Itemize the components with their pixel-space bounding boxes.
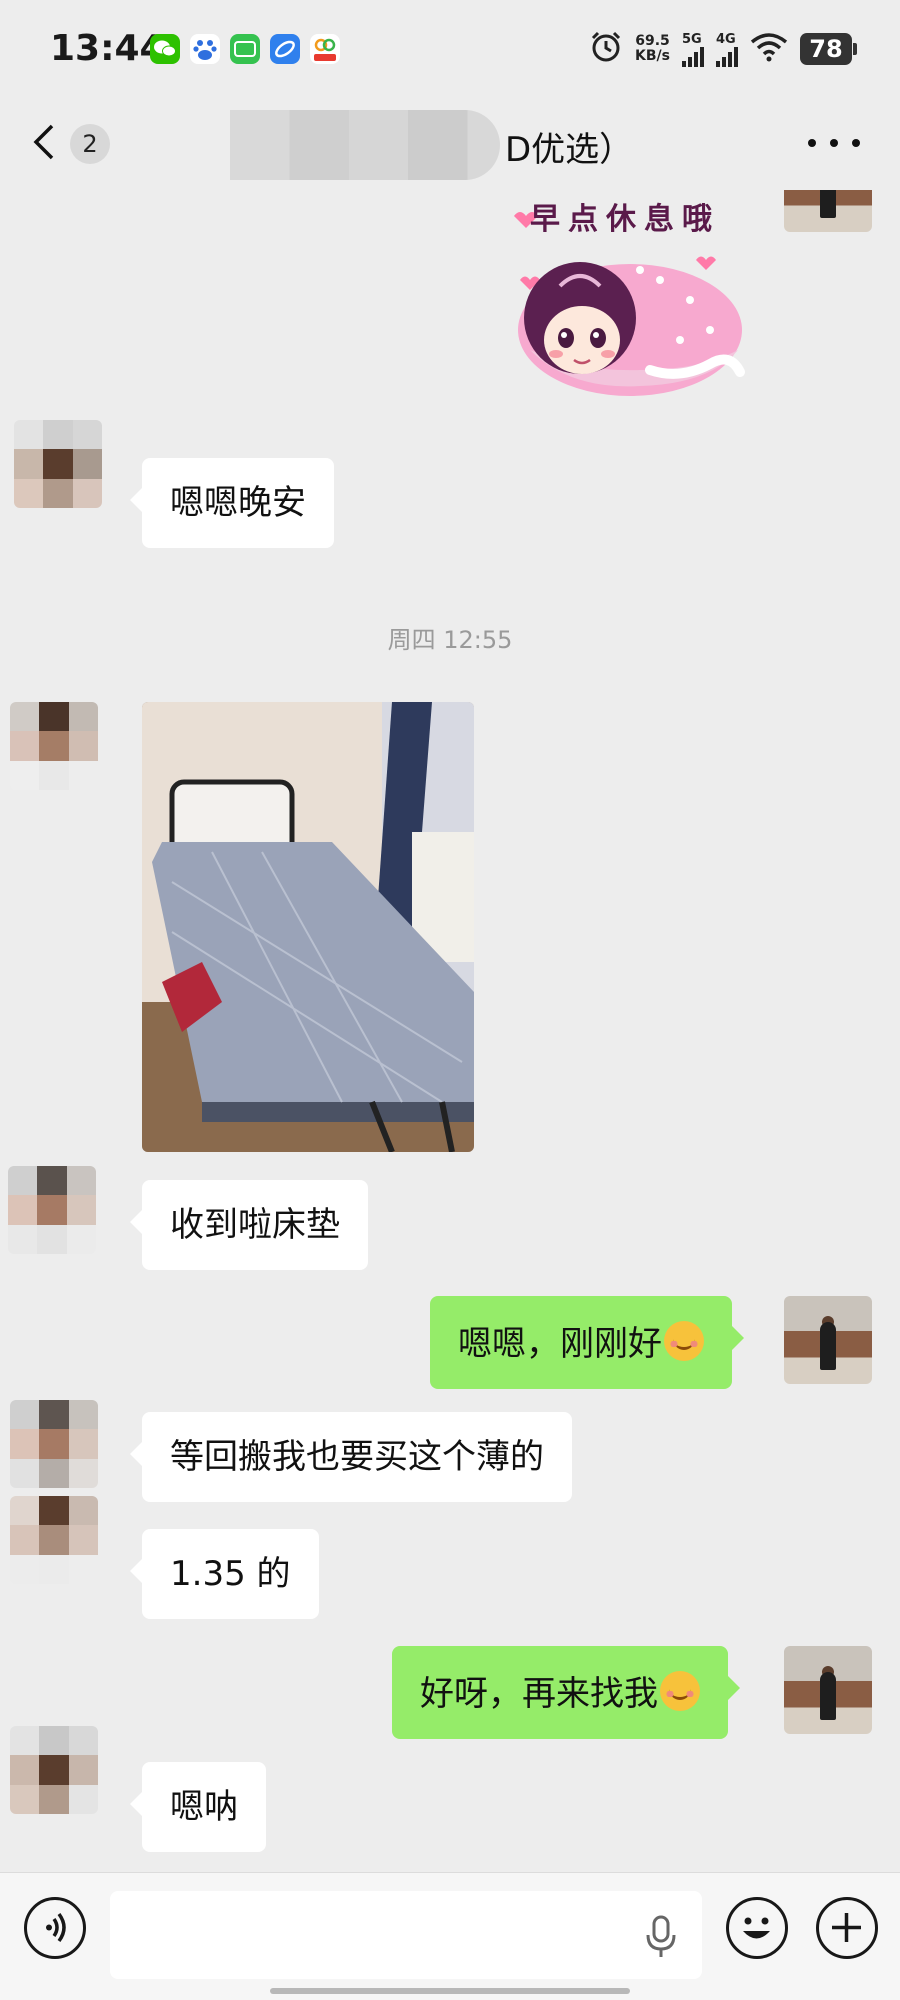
- status-bar: 13:44 69.5 KB/s 5G 4G 78: [0, 0, 900, 100]
- signal-label-4g: 4G: [716, 31, 736, 47]
- more-dot-icon: [830, 139, 838, 147]
- plus-icon: [832, 1913, 861, 1942]
- smiley-icon: [743, 1917, 770, 1939]
- my-avatar[interactable]: [784, 190, 872, 232]
- more-functions-button[interactable]: [816, 1897, 878, 1959]
- wifi-icon: [750, 32, 788, 66]
- signal-label-5g: 5G: [682, 31, 702, 47]
- network-speed: 69.5 KB/s: [635, 34, 670, 64]
- back-button[interactable]: 2: [30, 114, 130, 174]
- message-text: 好呀，再来找我: [420, 1674, 658, 1714]
- message-bubble[interactable]: 收到啦床垫: [130, 1180, 368, 1270]
- iqiyi-icon: [230, 34, 260, 64]
- contact-avatar[interactable]: [10, 1726, 98, 1814]
- more-dot-icon: [852, 139, 860, 147]
- browser-icon: [270, 34, 300, 64]
- chat-header: 2 D优选）: [0, 100, 900, 190]
- chat-title-text: D优选）: [505, 130, 634, 170]
- network-speed-unit: KB/s: [635, 48, 670, 64]
- message-bubble[interactable]: 1.35 的: [130, 1529, 319, 1619]
- chevron-left-icon: [30, 122, 56, 166]
- my-avatar[interactable]: [784, 1296, 872, 1384]
- 58-icon: [310, 34, 340, 64]
- contact-avatar[interactable]: [8, 1166, 96, 1254]
- input-bar: [0, 1872, 900, 2000]
- cellular-signal-4g: 4G: [716, 32, 738, 67]
- sticker-message[interactable]: 早点休息哦: [500, 190, 760, 410]
- message-bubble[interactable]: 嗯嗯，刚刚好: [430, 1296, 744, 1389]
- mattress-photo-icon: [142, 702, 474, 1152]
- chat-title: D优选）: [230, 110, 634, 182]
- message-bubble[interactable]: 嗯嗯晚安: [130, 458, 334, 548]
- sticker-caption: 早点休息哦: [530, 202, 720, 237]
- emoji-button[interactable]: [726, 1897, 788, 1959]
- battery-indicator: 78: [800, 33, 857, 65]
- image-message[interactable]: [142, 702, 474, 1152]
- status-time: 13:44: [50, 28, 165, 69]
- message-text: 嗯嗯，刚刚好: [458, 1324, 662, 1364]
- message-list[interactable]: 早点休息哦 嗯嗯晚安 周四 12:55 收到啦床垫 嗯嗯，刚刚好 等回搬我也要买…: [0, 190, 900, 1872]
- message-bubble[interactable]: 嗯呐: [130, 1762, 266, 1852]
- baidu-icon: [190, 34, 220, 64]
- contact-avatar[interactable]: [10, 702, 98, 790]
- contact-avatar[interactable]: [10, 1496, 98, 1584]
- alarm-icon: [589, 30, 623, 68]
- home-indicator[interactable]: [270, 1988, 630, 1994]
- unread-count-badge: 2: [70, 124, 110, 164]
- wechat-icon: [150, 34, 180, 64]
- message-input[interactable]: [110, 1891, 702, 1979]
- voice-wave-icon: [46, 1912, 66, 1943]
- microphone-icon[interactable]: [645, 1915, 677, 1959]
- signal-bars-icon: [716, 46, 738, 67]
- contact-avatar[interactable]: [14, 420, 102, 508]
- message-bubble[interactable]: 好呀，再来找我: [392, 1646, 740, 1739]
- message-bubble[interactable]: 等回搬我也要买这个薄的: [130, 1412, 572, 1502]
- more-dot-icon: [808, 139, 816, 147]
- message-timestamp: 周四 12:55: [387, 626, 513, 654]
- my-avatar[interactable]: [784, 1646, 872, 1734]
- title-mosaic: [230, 110, 500, 180]
- network-speed-value: 69.5: [635, 33, 670, 49]
- notification-icons: [150, 34, 340, 64]
- more-options-button[interactable]: [808, 128, 860, 158]
- smile-emoji-icon: [664, 1321, 704, 1361]
- voice-mode-button[interactable]: [24, 1897, 86, 1959]
- contact-avatar[interactable]: [10, 1400, 98, 1488]
- smile-emoji-icon: [660, 1671, 700, 1711]
- signal-bars-icon: [682, 46, 704, 67]
- cellular-signal-5g: 5G: [682, 32, 704, 67]
